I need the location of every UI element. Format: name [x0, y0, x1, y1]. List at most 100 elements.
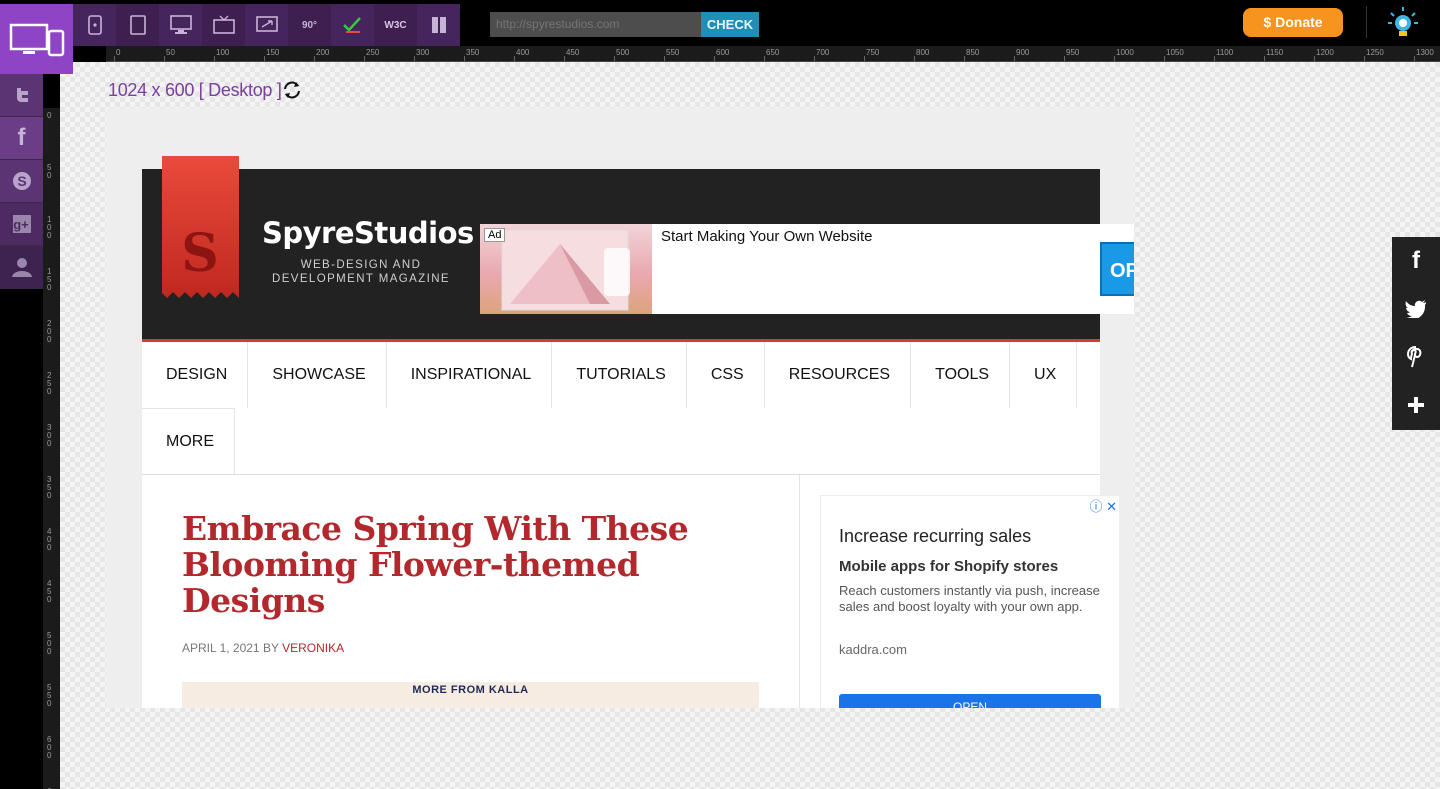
ruler-tick-label: 450: [47, 579, 52, 604]
ruler-tick-label: 1000: [1116, 48, 1134, 57]
ruler-tick: [1264, 56, 1265, 61]
ruler-tick: [1014, 56, 1015, 61]
ad-badge: Ad: [484, 228, 506, 242]
ruler-tick-label: 500: [616, 48, 630, 57]
featured-image-caption: MORE FROM KALLA: [412, 684, 529, 696]
facebook-icon[interactable]: f: [0, 117, 43, 160]
ruler-tick: [664, 56, 665, 61]
site-preview-frame: S SpyreStudios WEB-DESIGN AND DEVELOPMEN…: [106, 108, 1134, 708]
ruler-tick-label: 1050: [1166, 48, 1184, 57]
site-tagline: WEB-DESIGN AND DEVELOPMENT MAGAZINE: [272, 259, 450, 285]
ruler-tick-label: 1300: [1416, 48, 1434, 57]
tv-icon[interactable]: [202, 4, 245, 46]
side-ad-subheadline: Mobile apps for Shopify stores: [839, 558, 1059, 575]
ad-image: [480, 224, 652, 314]
ruler-tick-label: 0: [116, 48, 121, 57]
rotate-90-icon[interactable]: 90°: [288, 4, 331, 46]
ruler-tick: [264, 56, 265, 61]
book-icon[interactable]: [417, 4, 460, 46]
article-author-link[interactable]: VERONIKA: [282, 641, 344, 655]
ruler-tick-label: 300: [47, 423, 52, 448]
ruler-tick-label: 950: [1066, 48, 1080, 57]
side-ad-headline: Increase recurring sales: [839, 526, 1032, 546]
ruler-tick: [964, 56, 965, 61]
ad-open-button[interactable]: OP: [1100, 242, 1134, 296]
desktop-icon[interactable]: [159, 4, 202, 46]
check-button[interactable]: CHECK: [701, 12, 759, 37]
ruler-tick-label: 50: [47, 163, 52, 180]
header-ad-banner[interactable]: Ad Start Making Your Own Website OP: [480, 224, 1134, 314]
w3c-icon[interactable]: W3C: [374, 4, 417, 46]
ruler-tick-label: 800: [916, 48, 930, 57]
skype-icon[interactable]: S: [0, 160, 43, 203]
ruler-tick-label: 150: [47, 267, 52, 292]
nav-item-tutorials[interactable]: TUTORIALS: [552, 342, 687, 408]
site-logo-ribbon[interactable]: S: [162, 156, 239, 298]
nav-item-design[interactable]: DESIGN: [142, 342, 249, 408]
ruler-tick-label: 1100: [1216, 48, 1234, 57]
ruler-tick-label: 0: [47, 111, 52, 120]
user-icon[interactable]: [0, 246, 43, 289]
ruler-tick: [1114, 56, 1115, 61]
sidebar-ad[interactable]: ⓘ ✕ Increase recurring sales Mobile apps…: [820, 495, 1120, 708]
nav-item-ux[interactable]: UX: [1010, 342, 1078, 408]
share-facebook-icon[interactable]: f: [1392, 237, 1440, 285]
ruler-tick: [514, 56, 515, 61]
side-ad-body: Reach customers instantly via push, incr…: [839, 583, 1100, 614]
nav-item-resources[interactable]: RESOURCES: [765, 342, 912, 408]
share-pinterest-icon[interactable]: [1392, 333, 1440, 381]
ruler-tick-label: 100: [216, 48, 230, 57]
ad-title[interactable]: Start Making Your Own Website: [661, 228, 873, 245]
top-toolbar: 90° W3C CHECK $ Donate: [0, 0, 1440, 46]
lightbulb-icon[interactable]: [1386, 6, 1420, 40]
ruler-tick-label: 100: [47, 215, 52, 240]
article-title[interactable]: Embrace Spring With These Blooming Flowe…: [182, 511, 742, 619]
nav-item-css[interactable]: CSS: [687, 342, 765, 408]
ruler-tick-label: 450: [566, 48, 580, 57]
side-ad-open-button[interactable]: OPEN: [839, 694, 1101, 708]
share-twitter-icon[interactable]: [1392, 285, 1440, 333]
ruler-tick: [714, 56, 715, 61]
ruler-tick: [164, 56, 165, 61]
twitter-icon[interactable]: [0, 74, 43, 117]
ruler-tick: [1214, 56, 1215, 61]
resize-icon[interactable]: [245, 4, 288, 46]
featured-image[interactable]: MORE FROM KALLA: [182, 682, 759, 708]
rotate-label: 90°: [301, 19, 318, 31]
ruler-tick-label: 650: [766, 48, 780, 57]
nav-row: DESIGN SHOWCASE INSPIRATIONAL TUTORIALS CSS R…: [142, 342, 1100, 408]
ruler-tick-label: 550: [666, 48, 680, 57]
ruler-tick-label: 300: [416, 48, 430, 57]
ruler-tick: [1414, 56, 1415, 61]
donate-button[interactable]: $ Donate: [1243, 8, 1343, 37]
ruler-tick-label: 150: [266, 48, 280, 57]
svg-text:g+: g+: [13, 217, 29, 232]
ruler-tick-label: 350: [466, 48, 480, 57]
tablet-icon[interactable]: [116, 4, 159, 46]
ad-choices-icon[interactable]: ⓘ ✕: [1089, 496, 1117, 515]
column-divider: [799, 475, 800, 708]
responsive-devices-logo[interactable]: [0, 4, 73, 74]
site-brand[interactable]: SpyreStudios: [262, 216, 474, 250]
ruler-tick: [564, 56, 565, 61]
social-sidebar: f S g+: [0, 74, 43, 289]
ruler-tick-label: 1250: [1366, 48, 1384, 57]
side-ad-domain: kaddra.com: [839, 642, 907, 657]
share-more-icon[interactable]: [1392, 381, 1440, 429]
rotate-viewport-icon[interactable]: [282, 80, 302, 100]
nav-item-inspirational[interactable]: INSPIRATIONAL: [387, 342, 553, 408]
google-plus-icon[interactable]: g+: [0, 203, 43, 246]
ruler-tick: [1364, 56, 1365, 61]
nav-item-tools[interactable]: TOOLS: [911, 342, 1011, 408]
device-toolbar: 90° W3C: [73, 4, 460, 46]
svg-text:S: S: [17, 173, 26, 189]
phone-icon[interactable]: [73, 4, 116, 46]
nav-item-more[interactable]: MORE: [142, 408, 235, 474]
validate-check-icon[interactable]: [331, 4, 374, 46]
ruler-tick-label: 600: [716, 48, 730, 57]
floating-share-bar: f: [1392, 237, 1440, 430]
url-input[interactable]: [490, 12, 701, 37]
nav-item-showcase[interactable]: SHOWCASE: [248, 342, 387, 408]
w3c-label: W3C: [384, 19, 407, 31]
ruler-tick: [614, 56, 615, 61]
